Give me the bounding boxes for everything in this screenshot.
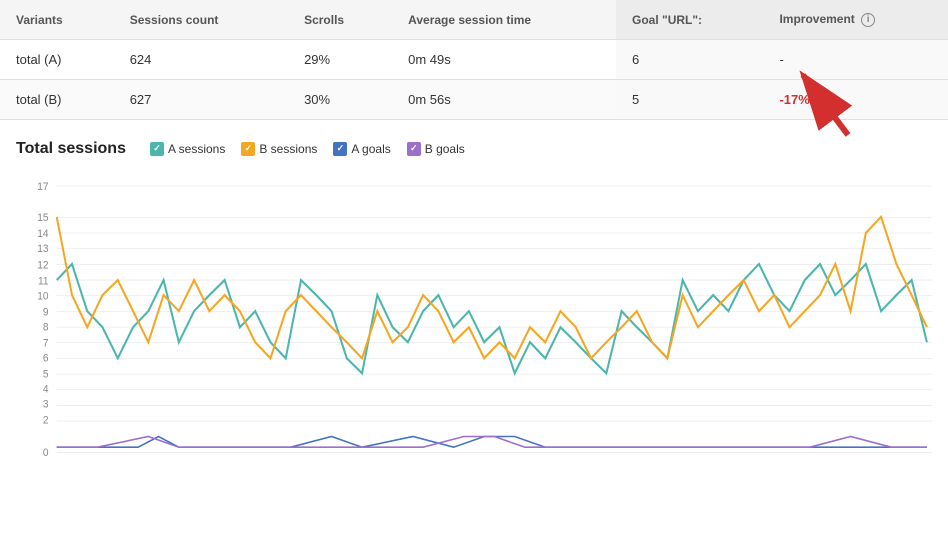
cell-sessions-count-b: 627 bbox=[114, 79, 288, 119]
svg-text:15: 15 bbox=[37, 213, 48, 224]
svg-text:7: 7 bbox=[43, 338, 49, 349]
svg-text:4: 4 bbox=[43, 384, 49, 395]
svg-text:10: 10 bbox=[37, 291, 48, 302]
svg-text:8: 8 bbox=[43, 322, 49, 333]
cell-variant-b: total (B) bbox=[0, 79, 114, 119]
col-header-improvement: Improvement i bbox=[763, 0, 948, 39]
legend-check-b-sessions: ✓ bbox=[241, 142, 255, 156]
svg-text:17: 17 bbox=[37, 182, 48, 193]
cell-avg-time-a: 0m 49s bbox=[392, 39, 616, 79]
legend-label-a-sessions: A sessions bbox=[168, 142, 225, 156]
svg-text:14: 14 bbox=[37, 229, 48, 240]
svg-text:11: 11 bbox=[38, 276, 49, 287]
cell-goal-url-a: 6 bbox=[616, 39, 763, 79]
col-header-scrolls: Scrolls bbox=[288, 0, 392, 39]
cell-variant-a: total (A) bbox=[0, 39, 114, 79]
legend-b-sessions: ✓ B sessions bbox=[241, 142, 317, 156]
chart-title: Total sessions bbox=[16, 140, 126, 158]
chart-wrapper: 0 2 3 4 5 6 7 8 9 10 11 12 13 14 15 17 bbox=[16, 174, 932, 477]
legend-label-a-goals: A goals bbox=[351, 142, 390, 156]
cell-goal-url-b: 5 bbox=[616, 79, 763, 119]
col-header-goal-url: Goal "URL": bbox=[616, 0, 763, 39]
legend-a-sessions: ✓ A sessions bbox=[150, 142, 225, 156]
legend-check-a-goals: ✓ bbox=[333, 142, 347, 156]
cell-scrolls-b: 30% bbox=[288, 79, 392, 119]
b-goals-line bbox=[57, 436, 927, 447]
col-header-avg-session-time: Average session time bbox=[392, 0, 616, 39]
cell-scrolls-a: 29% bbox=[288, 39, 392, 79]
svg-text:12: 12 bbox=[37, 260, 48, 271]
a-goals-line bbox=[57, 436, 927, 447]
svg-text:6: 6 bbox=[43, 353, 49, 364]
improvement-info-icon[interactable]: i bbox=[861, 13, 875, 27]
svg-text:9: 9 bbox=[43, 307, 49, 318]
legend-check-b-goals: ✓ bbox=[407, 142, 421, 156]
cell-sessions-count-a: 624 bbox=[114, 39, 288, 79]
legend-label-b-sessions: B sessions bbox=[259, 142, 317, 156]
legend-a-goals: ✓ A goals bbox=[333, 142, 390, 156]
chart-legend: ✓ A sessions ✓ B sessions ✓ A goals ✓ B … bbox=[150, 142, 465, 156]
svg-text:2: 2 bbox=[43, 415, 49, 426]
b-sessions-line bbox=[57, 217, 927, 358]
svg-text:3: 3 bbox=[43, 399, 49, 410]
col-header-variants: Variants bbox=[0, 0, 114, 39]
legend-label-b-goals: B goals bbox=[425, 142, 465, 156]
chart-header: Total sessions ✓ A sessions ✓ B sessions… bbox=[16, 140, 932, 158]
col-header-sessions-count: Sessions count bbox=[114, 0, 288, 39]
svg-text:5: 5 bbox=[43, 369, 49, 380]
sessions-chart: 0 2 3 4 5 6 7 8 9 10 11 12 13 14 15 17 bbox=[16, 174, 932, 474]
legend-check-a-sessions: ✓ bbox=[150, 142, 164, 156]
cell-avg-time-b: 0m 56s bbox=[392, 79, 616, 119]
svg-text:13: 13 bbox=[37, 244, 48, 255]
legend-b-goals: ✓ B goals bbox=[407, 142, 465, 156]
svg-text:0: 0 bbox=[43, 447, 49, 458]
chart-section: Total sessions ✓ A sessions ✓ B sessions… bbox=[0, 120, 948, 487]
